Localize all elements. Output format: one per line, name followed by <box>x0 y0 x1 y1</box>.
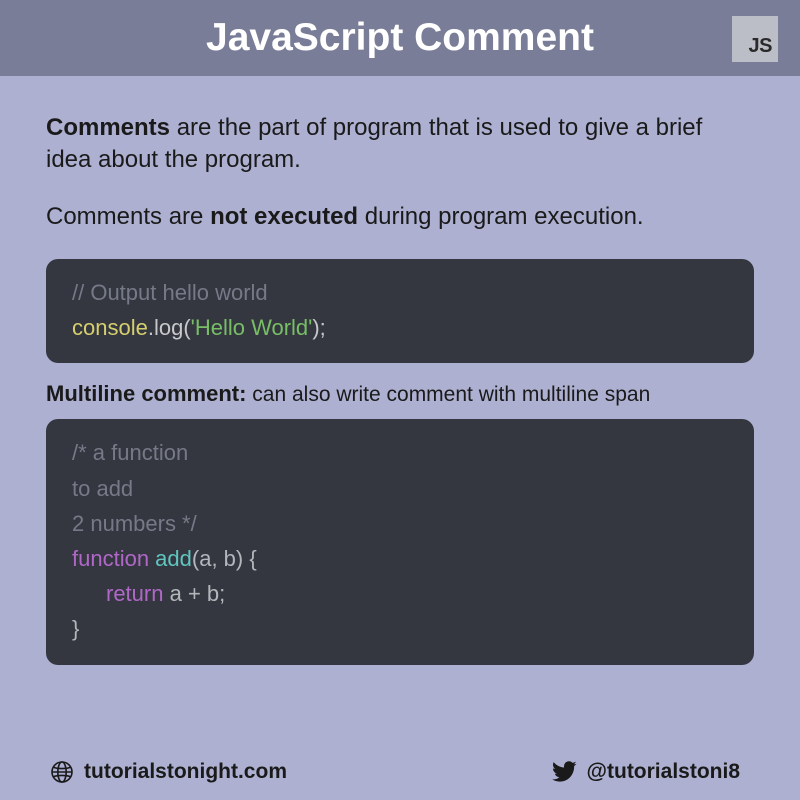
code-block-single-line: // Output hello world console.log('Hello… <box>46 259 754 363</box>
content: Comments are the part of program that is… <box>0 76 800 665</box>
footer-site: tutorialstonight.com <box>50 760 287 784</box>
intro2-pre: Comments are <box>46 203 210 230</box>
code-block-multiline: /* a function to add 2 numbers */ functi… <box>46 419 754 664</box>
code-line: 2 numbers */ <box>72 506 728 541</box>
js-badge-label: JS <box>749 35 772 58</box>
intro-paragraph-2: Comments are not executed during program… <box>46 201 754 233</box>
twitter-icon <box>551 761 577 783</box>
code-line: function add(a, b) { <box>72 541 728 576</box>
intro-lead: Comments <box>46 114 170 141</box>
multiline-subhead: Multiline comment: can also write commen… <box>46 381 754 407</box>
code-line: console.log('Hello World'); <box>72 310 728 345</box>
intro2-post: during program execution. <box>358 203 644 230</box>
footer: tutorialstonight.com @tutorialstoni8 <box>0 760 800 784</box>
footer-handle-text: @tutorialstoni8 <box>587 760 740 784</box>
code-line: // Output hello world <box>72 275 728 310</box>
subhead-rest: can also write comment with multiline sp… <box>246 383 650 406</box>
code-line: /* a function <box>72 435 728 470</box>
code-line: to add <box>72 471 728 506</box>
header: JavaScript Comment JS <box>0 0 800 76</box>
intro2-bold: not executed <box>210 203 358 230</box>
code-line: } <box>72 611 728 646</box>
intro-paragraph-1: Comments are the part of program that is… <box>46 112 754 175</box>
subhead-bold: Multiline comment: <box>46 381 246 406</box>
page-title: JavaScript Comment <box>206 16 594 60</box>
globe-icon <box>50 760 74 784</box>
code-line: return a + b; <box>72 576 728 611</box>
footer-site-text: tutorialstonight.com <box>84 760 287 784</box>
footer-twitter: @tutorialstoni8 <box>551 760 740 784</box>
js-badge-icon: JS <box>732 16 778 62</box>
